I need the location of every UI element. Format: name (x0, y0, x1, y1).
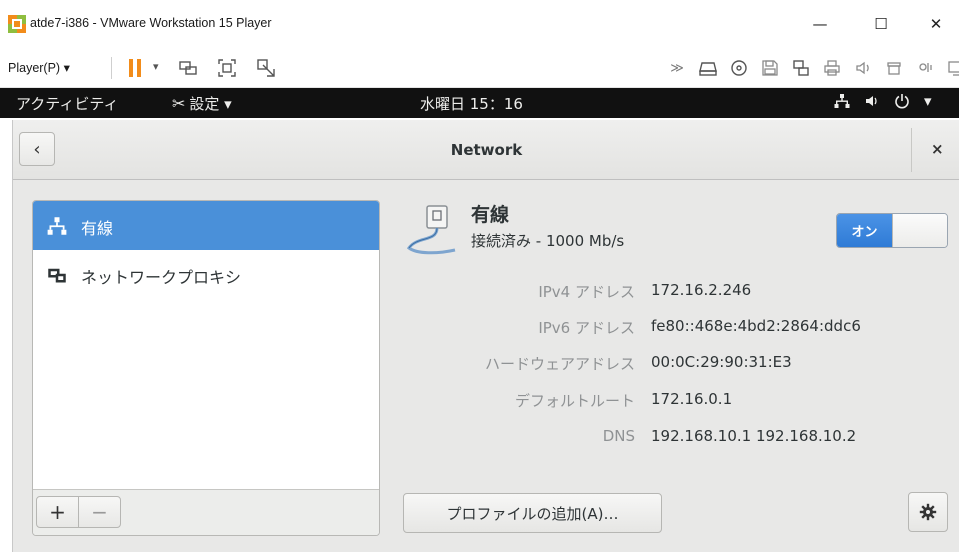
host-title-bar: atde7-i386 - VMware Workstation 15 Playe… (0, 0, 959, 48)
fullscreen-icon[interactable] (217, 58, 237, 78)
system-menu-chevron-icon: ▾ (924, 92, 932, 110)
sound-card-icon[interactable] (852, 58, 874, 78)
sidebar-item-wired[interactable]: 有線 (33, 201, 379, 250)
unity-icon[interactable] (256, 58, 276, 78)
header-bar: ‹ Network × (13, 120, 959, 180)
system-tray[interactable]: ▾ (834, 92, 932, 110)
close-window-button[interactable]: ✕ (913, 8, 959, 40)
wired-network-icon (47, 217, 67, 235)
toolbar-divider (111, 57, 112, 79)
host-toolbar: Player(P) ▾ ▾ ≫ (0, 48, 959, 88)
dns-label: DNS (602, 427, 635, 445)
device-icons: ≫ (666, 58, 959, 78)
hard-disk-icon[interactable] (697, 58, 719, 78)
hardware-address-value: 00:0C:29:90:31:E3 (651, 353, 792, 371)
usb-icon[interactable] (883, 58, 905, 78)
app-menu-label: 設定 ▾ (189, 95, 232, 113)
add-profile-button[interactable]: プロファイルの追加(A)… (403, 493, 662, 533)
list-toolbar: + − (33, 489, 379, 535)
player-menu[interactable]: Player(P) ▾ (8, 60, 70, 75)
toggle-on-label: オン (837, 214, 892, 247)
header-divider (911, 128, 912, 172)
pause-icon[interactable] (128, 59, 142, 77)
clock[interactable]: 水曜日 15：16 (420, 93, 523, 114)
hardware-address-label: ハードウェアアドレス (484, 355, 635, 373)
ethernet-cable-icon (406, 205, 456, 255)
printer-icon[interactable] (821, 58, 843, 78)
send-ctrl-alt-del-icon[interactable] (178, 58, 198, 78)
toggle-knob (892, 214, 947, 247)
message-log-icon[interactable] (914, 58, 936, 78)
network-adapter-icon[interactable] (790, 58, 812, 78)
minimize-button[interactable]: — (797, 8, 843, 40)
ipv6-label: IPv6 アドレス (538, 319, 635, 337)
network-proxy-icon (48, 268, 66, 283)
ipv4-value: 172.16.2.246 (651, 281, 752, 299)
settings-window: ‹ Network × 有線 ネットワークプロキシ + − 有線 接続済み - … (12, 120, 959, 552)
maximize-button[interactable]: ☐ (858, 8, 904, 40)
ipv6-value: fe80::468e:4bd2:2864:ddc6 (651, 317, 861, 335)
volume-icon (866, 96, 877, 106)
sidebar-item-label: ネットワークプロキシ (81, 268, 242, 287)
ipv4-label: IPv4 アドレス (538, 283, 635, 301)
gear-icon (919, 503, 937, 521)
sidebar-item-network-proxy[interactable]: ネットワークプロキシ (33, 250, 379, 299)
remove-connection-button[interactable]: − (78, 496, 121, 528)
activities-button[interactable]: アクティビティ (16, 93, 118, 114)
power-icon (895, 94, 909, 109)
connection-toggle[interactable]: オン (836, 213, 948, 248)
page-title: Network (450, 141, 523, 159)
device-list: 有線 ネットワークプロキシ + − (32, 200, 380, 536)
cd-dvd-icon[interactable] (728, 58, 750, 78)
default-route-label: デフォルトルート (514, 392, 635, 410)
settings-tools-icon: ✂ (172, 94, 186, 113)
sidebar-item-label: 有線 (81, 219, 114, 238)
more-icon[interactable]: ≫ (666, 58, 688, 78)
close-button[interactable]: × (931, 140, 944, 158)
default-route-value: 172.16.0.1 (651, 390, 733, 408)
app-menu[interactable]: ✂ 設定 ▾ (172, 93, 232, 114)
vmware-app-icon (8, 15, 26, 33)
wired-network-status-icon (834, 94, 850, 108)
floppy-icon[interactable] (759, 58, 781, 78)
connection-status: 接続済み - 1000 Mb/s (471, 232, 625, 250)
host-window-title: atde7-i386 - VMware Workstation 15 Playe… (30, 16, 272, 30)
add-connection-button[interactable]: + (36, 496, 79, 528)
gnome-top-bar: アクティビティ ✂ 設定 ▾ 水曜日 15：16 ▾ (0, 88, 959, 118)
display-icon[interactable] (945, 58, 959, 78)
connection-settings-button[interactable] (908, 492, 948, 532)
dns-value: 192.168.10.1 192.168.10.2 (651, 427, 857, 445)
connection-name: 有線 (471, 204, 510, 226)
pause-menu-chevron-icon[interactable]: ▾ (153, 60, 159, 73)
